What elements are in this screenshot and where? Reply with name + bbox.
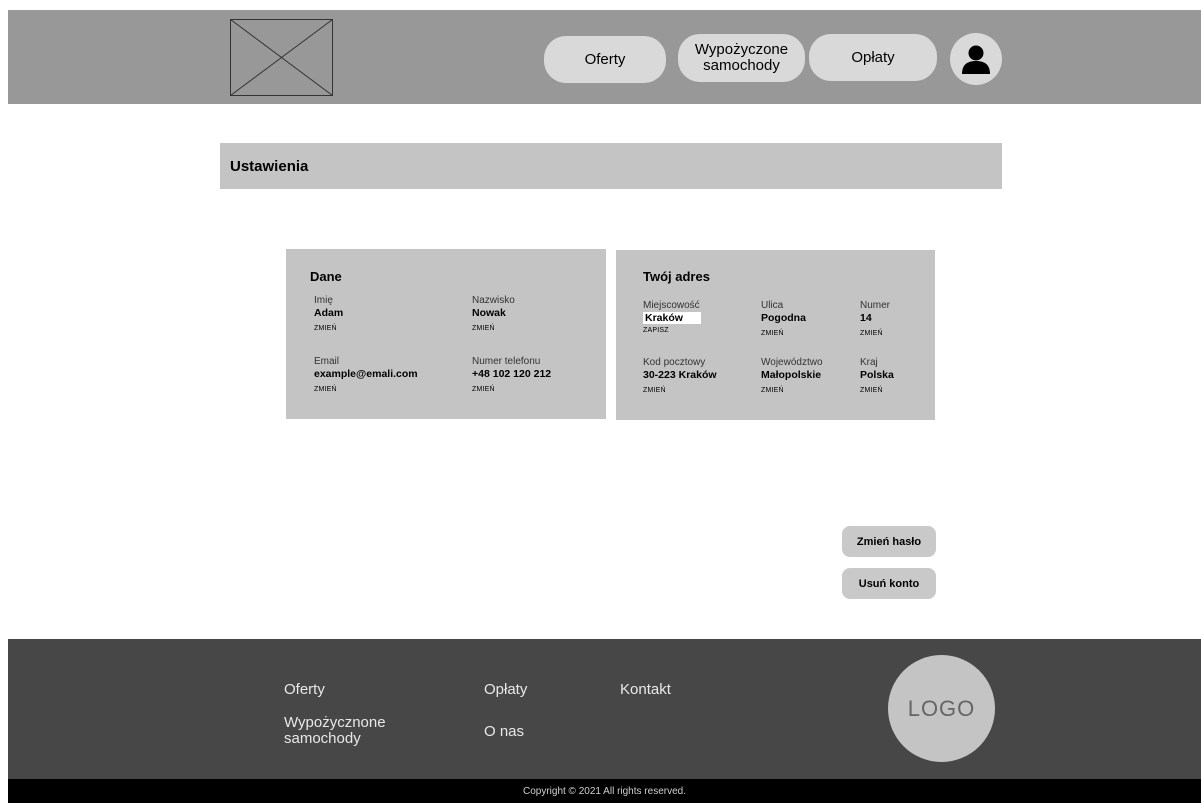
city-input[interactable]: Kraków bbox=[643, 312, 701, 324]
first-name-label: Imię bbox=[314, 295, 333, 306]
email-field: Email example@emali.com ZMIEŃ bbox=[314, 357, 418, 394]
page-title-bar: Ustawienia bbox=[220, 143, 1002, 189]
number-change-link[interactable]: ZMIEŃ bbox=[860, 330, 890, 338]
first-name-change-link[interactable]: ZMIEŃ bbox=[314, 325, 343, 333]
first-name-value: Adam bbox=[314, 307, 344, 319]
number-label: Numer bbox=[860, 300, 891, 311]
page-title: Ustawienia bbox=[230, 157, 309, 175]
country-label: Kraj bbox=[860, 357, 878, 368]
footer-link-about[interactable]: O nas bbox=[484, 724, 524, 740]
city-field: Miejscowość Kraków ZAPISZ bbox=[643, 301, 701, 335]
user-icon bbox=[962, 45, 990, 74]
street-label: Ulica bbox=[761, 300, 784, 311]
city-save-link[interactable]: ZAPISZ bbox=[643, 327, 701, 335]
postal-code-value: 30-223 Kraków bbox=[643, 369, 717, 381]
number-value: 14 bbox=[860, 312, 872, 324]
address-title: Twój adres bbox=[643, 269, 710, 284]
copyright-text: Copyright © 2021 All rights reserved. bbox=[522, 785, 686, 797]
personal-data-title: Dane bbox=[310, 269, 342, 284]
copyright-bar: Copyright © 2021 All rights reserved. bbox=[8, 779, 1201, 803]
delete-account-button[interactable]: Usuń konto bbox=[842, 568, 936, 599]
logo-placeholder-image[interactable] bbox=[230, 19, 333, 96]
email-change-link[interactable]: ZMIEŃ bbox=[314, 386, 418, 394]
personal-data-card: Dane Imię Adam ZMIEŃ Nazwisko Nowak ZMIE… bbox=[286, 249, 606, 419]
postal-code-change-link[interactable]: ZMIEŃ bbox=[643, 387, 717, 395]
change-password-button[interactable]: Zmień hasło bbox=[842, 526, 936, 557]
phone-label: Numer telefonu bbox=[472, 356, 541, 367]
number-field: Numer 14 ZMIEŃ bbox=[860, 301, 890, 338]
footer-link-contact[interactable]: Kontakt bbox=[620, 682, 671, 698]
nav-payments-button[interactable]: Opłaty bbox=[809, 34, 937, 81]
footer-link-offers[interactable]: Oferty bbox=[284, 682, 325, 698]
user-avatar[interactable] bbox=[950, 33, 1002, 85]
address-card: Twój adres Miejscowość Kraków ZAPISZ Uli… bbox=[616, 250, 935, 420]
region-change-link[interactable]: ZMIEŃ bbox=[761, 387, 823, 395]
header: Oferty Wypożyczone samochody Opłaty bbox=[8, 10, 1201, 104]
street-field: Ulica Pogodna ZMIEŃ bbox=[761, 301, 806, 338]
phone-field: Numer telefonu +48 102 120 212 ZMIEŃ bbox=[472, 357, 551, 394]
last-name-label: Nazwisko bbox=[472, 295, 515, 306]
postal-code-field: Kod pocztowy 30-223 Kraków ZMIEŃ bbox=[643, 358, 717, 395]
country-value: Polska bbox=[860, 369, 894, 381]
phone-change-link[interactable]: ZMIEŃ bbox=[472, 386, 551, 394]
region-label: Województwo bbox=[761, 357, 823, 368]
street-value: Pogodna bbox=[761, 312, 806, 324]
country-change-link[interactable]: ZMIEŃ bbox=[860, 387, 894, 395]
phone-value: +48 102 120 212 bbox=[472, 368, 552, 380]
region-field: Województwo Małopolskie ZMIEŃ bbox=[761, 358, 823, 395]
last-name-change-link[interactable]: ZMIEŃ bbox=[472, 325, 515, 333]
last-name-field: Nazwisko Nowak ZMIEŃ bbox=[472, 296, 515, 333]
footer-link-rented-cars[interactable]: Wypożycznone samochody bbox=[284, 715, 386, 747]
footer-logo: LOGO bbox=[888, 655, 995, 762]
nav-offers-button[interactable]: Oferty bbox=[544, 36, 666, 83]
email-label: Email bbox=[314, 356, 340, 367]
footer-link-payments[interactable]: Opłaty bbox=[484, 682, 527, 698]
last-name-value: Nowak bbox=[472, 307, 506, 319]
country-field: Kraj Polska ZMIEŃ bbox=[860, 358, 894, 395]
footer: Oferty Wypożycznone samochody Opłaty O n… bbox=[8, 639, 1201, 779]
email-value: example@emali.com bbox=[314, 368, 418, 380]
postal-code-label: Kod pocztowy bbox=[643, 357, 706, 368]
street-change-link[interactable]: ZMIEŃ bbox=[761, 330, 806, 338]
city-label: Miejscowość bbox=[643, 300, 700, 311]
first-name-field: Imię Adam ZMIEŃ bbox=[314, 296, 343, 333]
nav-rented-cars-button[interactable]: Wypożyczone samochody bbox=[678, 34, 805, 82]
region-value: Małopolskie bbox=[761, 369, 822, 381]
